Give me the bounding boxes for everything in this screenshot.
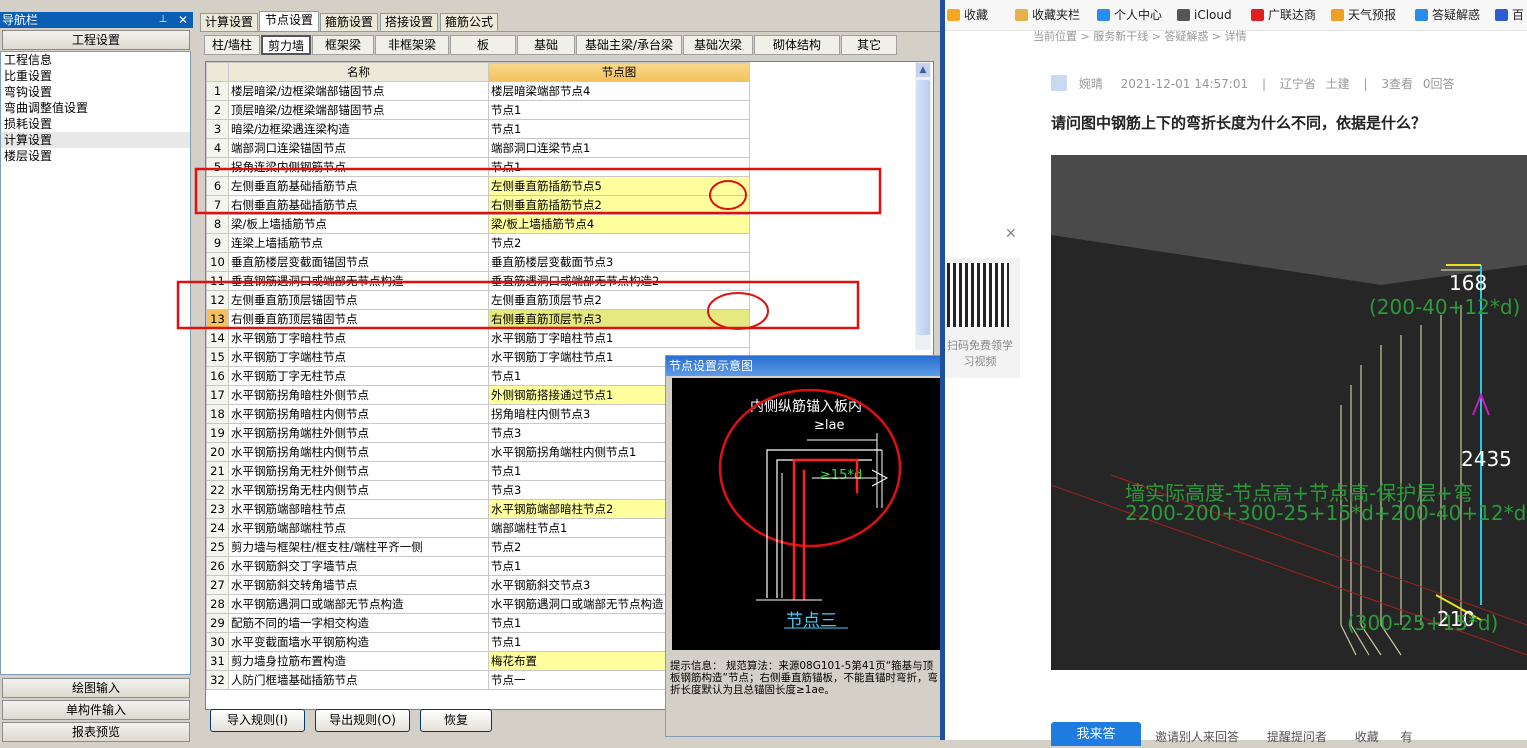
bookmark-label: 天气预报 [1348,8,1397,22]
favorite-action[interactable]: 收藏 [1355,730,1379,744]
hint-label: 提示信息： [670,660,723,672]
baidu-icon [1495,9,1508,21]
highlight-circle-row-13 [707,292,769,330]
hint-panel: 提示信息： 规范算法：来源08G101-5第41页“箍基与顶板钢筋构造”节点；右… [670,660,942,732]
breadcrumb[interactable]: 当前位置 > 服务新干线 > 答疑解惑 > 详情 [1033,28,1247,44]
qr-promo[interactable]: 扫码免费领学习视频 [945,258,1020,378]
bookmark-label: 百 [1512,8,1525,22]
bookmark-item[interactable]: 百 [1495,7,1524,23]
restore-button[interactable]: 恢复 [420,709,492,732]
import-rules-button[interactable]: 导入规则(I) [210,709,305,732]
bookmark-item[interactable]: 答疑解惑 [1415,7,1480,23]
apple-icon [1177,9,1190,21]
qr-caption: 扫码免费领学习视频 [947,339,1013,368]
action-bar: 邀请别人来回答 提醒提问者 收藏 有 [1155,728,1413,745]
question-title: 请问图中钢筋上下的弯折长度为什么不同，依据是什么？ [1051,114,1427,132]
export-rules-button[interactable]: 导出规则(O) [315,709,410,732]
view-count: 3查看 [1381,77,1414,91]
bookmark-item[interactable]: iCloud [1177,7,1232,23]
formula-bottom-label: (300-25+15*d) [1347,611,1499,635]
highlight-box-rows-12-13 [176,280,860,330]
formula-mid-line2: 2200-200+300-25+15*d+200-40+12*d [1125,501,1527,525]
bookmark-label: 广联达商 [1268,8,1317,22]
bookmark-bar: 收藏 收藏夹栏 个人中心 iCloud 广联达商 天气预报 答疑解惑 百 [945,0,1527,31]
bookmark-label: 收藏 [964,8,989,22]
bookmark-label: 收藏夹栏 [1032,8,1081,22]
brand-icon [1251,9,1264,21]
post-region: 辽宁省 [1279,77,1316,91]
dim-top-label: 168 [1449,271,1488,295]
answer-button[interactable]: 我来答 [1051,722,1141,746]
node-diagram-popup: 节点设置示意图 内侧纵筋锚入板内 ≥lae ≥15*d 节点三 提示信息： 规范… [665,355,945,737]
close-icon[interactable]: ✕ [1005,227,1019,241]
avatar[interactable] [1051,75,1067,91]
weather-icon [1331,9,1344,21]
popup-title[interactable]: 节点设置示意图 [666,356,944,376]
answer-icon [1415,9,1428,21]
formula-top-label: (200-40+12*d) [1369,295,1521,319]
node-diagram: 内侧纵筋锚入板内 ≥lae ≥15*d 节点三 [672,378,944,650]
remind-action[interactable]: 提醒提问者 [1267,730,1327,744]
bookmark-label: 答疑解惑 [1432,8,1481,22]
bookmark-item[interactable]: 收藏 [947,7,988,23]
qr-code-icon [947,263,1009,327]
node-label: 节点三 [786,611,837,631]
folder-icon [1015,9,1028,21]
bookmark-item[interactable]: 收藏夹栏 [1015,7,1080,23]
bookmark-label: iCloud [1194,8,1232,22]
user-icon [1097,9,1110,21]
post-category: 土建 [1325,77,1350,91]
answer-count: 0回答 [1422,77,1455,91]
star-icon [947,9,960,21]
question-meta: 婉晴 2021-12-01 14:57:01 | 辽宁省 土建 | 3查看 0回… [1051,75,1527,93]
author-name[interactable]: 婉晴 [1079,77,1103,91]
more-action[interactable]: 有 [1401,730,1413,744]
post-date: 2021-12-01 14:57:01 [1120,77,1249,91]
question-image[interactable]: 168 (200-40+12*d) 2435 墙实际高度-节点高+节点高-保护层… [1051,155,1527,670]
invite-action[interactable]: 邀请别人来回答 [1155,730,1239,744]
rebar-3d-render [1051,155,1527,670]
bookmark-item[interactable]: 天气预报 [1331,7,1396,23]
highlight-box-rows-6-7 [194,167,882,215]
bookmark-item[interactable]: 个人中心 [1097,7,1162,23]
dim-mid-label: 2435 [1461,447,1512,471]
browser-window: 收藏 收藏夹栏 个人中心 iCloud 广联达商 天气预报 答疑解惑 百 当前位置 > 服务新… [945,0,1527,746]
bookmark-label: 个人中心 [1114,8,1163,22]
bookmark-item[interactable]: 广联达商 [1251,7,1316,23]
highlight-circle-row-7 [709,180,747,210]
